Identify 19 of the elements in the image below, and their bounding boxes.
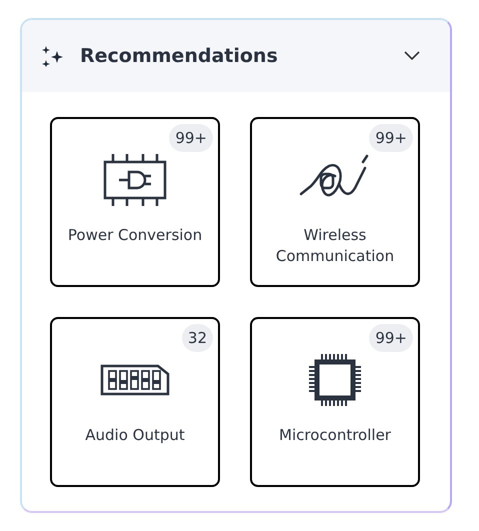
dip-switch-icon [100, 364, 170, 396]
panel-header[interactable]: Recommendations [22, 20, 450, 92]
panel-title: Recommendations [80, 44, 278, 69]
chip-icon [307, 352, 363, 408]
category-label: Wireless Communication [274, 225, 396, 267]
category-card[interactable]: 32 Audio Output [50, 317, 220, 487]
category-card[interactable]: 99+ Microcontroller [250, 317, 420, 487]
count-badge: 32 [182, 324, 213, 352]
chevron-icon[interactable] [404, 51, 420, 61]
category-label: Power Conversion [66, 225, 204, 246]
category-card[interactable]: 99+ Power Conversion [50, 117, 220, 287]
count-badge: 99+ [169, 124, 213, 152]
count-badge: 99+ [369, 124, 413, 152]
category-label: Microcontroller [278, 425, 392, 446]
category-card[interactable]: 99+ Wireless Communication [250, 117, 420, 287]
count-badge: 99+ [369, 324, 413, 352]
category-label: Audio Output [84, 425, 186, 446]
chip-plug-icon [101, 152, 169, 208]
sparkle-icon [42, 45, 64, 67]
